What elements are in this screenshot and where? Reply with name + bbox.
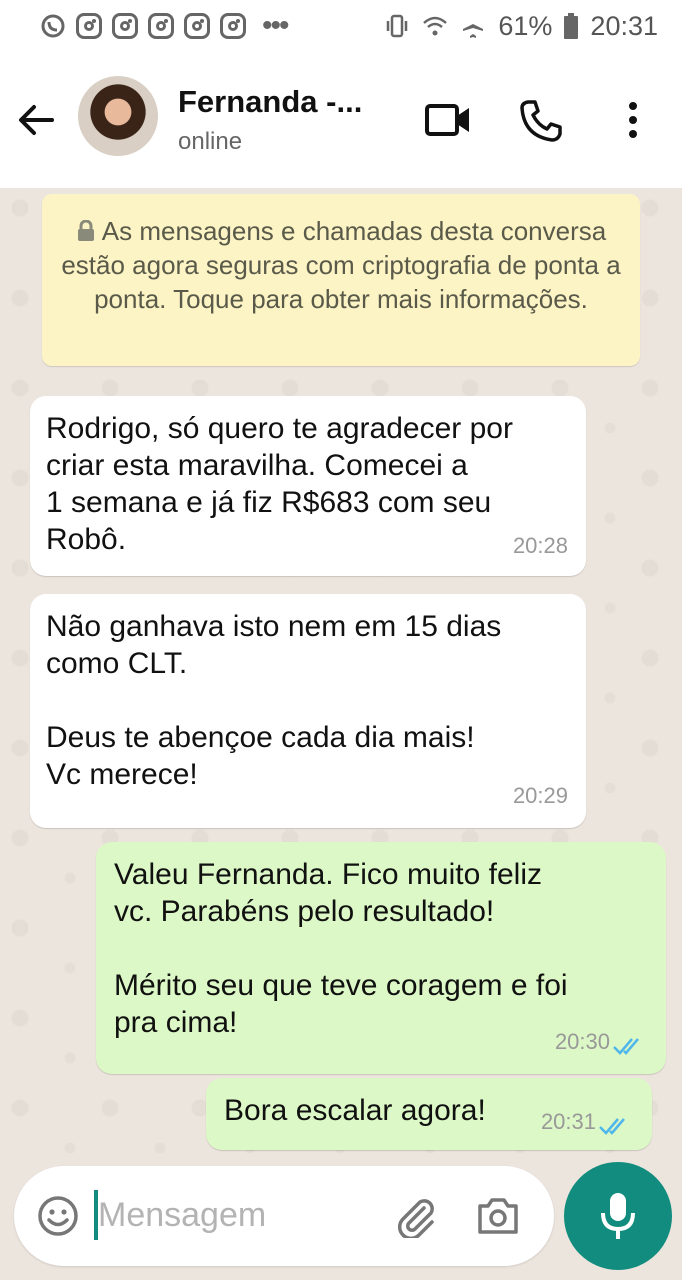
read-ticks-icon bbox=[599, 1118, 625, 1135]
message-incoming[interactable]: Não ganhava isto nem em 15 dias como CLT… bbox=[30, 594, 586, 828]
instagram-icon bbox=[112, 13, 138, 39]
chat-header: Fernanda -... online bbox=[0, 52, 682, 188]
notification-icons: ••• bbox=[40, 9, 289, 42]
lock-icon bbox=[77, 220, 94, 241]
microphone-icon bbox=[601, 1193, 635, 1239]
chat-area[interactable]: As mensagens e chamadas desta conversa e… bbox=[0, 188, 682, 1158]
more-dots-icon: ••• bbox=[262, 9, 289, 42]
emoji-icon[interactable] bbox=[36, 1194, 80, 1238]
message-text: Rodrigo, só quero te agradecer por criar… bbox=[46, 412, 513, 556]
message-outgoing[interactable]: Valeu Fernanda. Fico muito feliz vc. Par… bbox=[96, 842, 666, 1074]
instagram-icon bbox=[184, 13, 210, 39]
instagram-icon bbox=[76, 13, 102, 39]
read-ticks-icon bbox=[613, 1038, 639, 1055]
phone-call-icon[interactable] bbox=[518, 98, 564, 144]
video-call-icon[interactable] bbox=[424, 100, 472, 140]
message-time: 20:30 bbox=[554, 1029, 610, 1054]
encryption-notice[interactable]: As mensagens e chamadas desta conversa e… bbox=[42, 194, 640, 366]
vibrate-icon bbox=[387, 14, 408, 38]
instagram-icon bbox=[220, 13, 246, 39]
message-time: 20:29 bbox=[512, 783, 568, 808]
message-text: Valeu Fernanda. Fico muito feliz vc. Par… bbox=[114, 858, 568, 1039]
message-time: 20:31 bbox=[540, 1109, 596, 1134]
instagram-icon bbox=[148, 13, 174, 39]
clock: 20:31 bbox=[590, 10, 658, 41]
message-time: 20:28 bbox=[512, 533, 568, 558]
message-text: Não ganhava isto nem em 15 dias como CLT… bbox=[46, 610, 502, 791]
voice-message-button[interactable] bbox=[564, 1162, 672, 1270]
battery-percent: 61% bbox=[498, 10, 553, 41]
more-options-icon[interactable] bbox=[618, 98, 648, 142]
camera-icon[interactable] bbox=[476, 1196, 520, 1236]
system-icons: 61% 20:31 bbox=[384, 11, 658, 42]
airplane-icon bbox=[463, 15, 484, 38]
message-input[interactable] bbox=[98, 1192, 388, 1238]
contact-name[interactable]: Fernanda -... bbox=[178, 84, 362, 120]
message-outgoing[interactable]: Bora escalar agora! 20:31 bbox=[206, 1078, 652, 1150]
message-incoming[interactable]: Rodrigo, só quero te agradecer por criar… bbox=[30, 396, 586, 576]
avatar[interactable] bbox=[78, 76, 158, 156]
contact-status: online bbox=[178, 128, 243, 155]
whatsapp-call-icon bbox=[41, 14, 65, 38]
wifi-icon bbox=[423, 16, 448, 36]
back-arrow-icon[interactable] bbox=[14, 98, 58, 142]
battery-icon bbox=[564, 13, 579, 39]
attachment-icon[interactable] bbox=[394, 1194, 438, 1238]
encryption-notice-text: As mensagens e chamadas desta conversa e… bbox=[61, 216, 621, 314]
message-composer bbox=[14, 1166, 554, 1266]
status-bar: ••• 61% 20:31 bbox=[0, 0, 682, 52]
